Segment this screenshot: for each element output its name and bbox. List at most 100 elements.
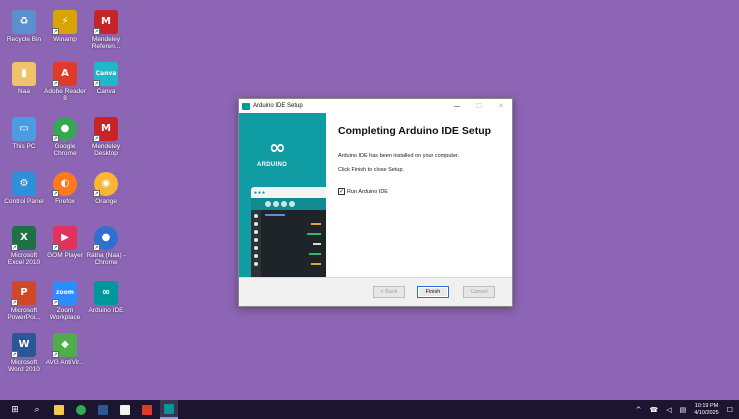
taskbar-item-word[interactable]: [94, 400, 112, 419]
volume-icon[interactable]: ◁: [666, 406, 671, 414]
desktop-icon-label: Mendeley Desktop: [91, 143, 121, 158]
desktop-icon-label: Zoom Workplace: [49, 307, 81, 322]
desktop-icon-mendeley-reference[interactable]: M ↗ Mendeley Referen...: [85, 10, 127, 51]
clock[interactable]: 10:19 PM 4/10/2025: [694, 403, 718, 416]
desktop-icon-canva[interactable]: Canva ↗ Canva: [85, 62, 127, 95]
desktop-icon-label: AVG AntiVir...: [45, 359, 85, 366]
desktop-icon-label: Recycle Bin: [6, 36, 42, 43]
code-line: [309, 253, 321, 255]
desktop-icon-winamp[interactable]: ⚡ ↗ Winamp: [44, 10, 86, 43]
desktop-icon-label: Firefox: [55, 198, 75, 205]
chrome-icon: [76, 404, 86, 415]
taskbar-item-store[interactable]: [116, 400, 134, 419]
start-button[interactable]: ⊞: [6, 400, 24, 419]
mendeley-icon: M ↗: [93, 10, 118, 35]
desktop-icon-arduino-ide[interactable]: ∞ Arduino IDE: [85, 281, 127, 314]
orange-icon: ◉ ↗: [93, 172, 118, 197]
code-line: [311, 223, 321, 225]
desktop-icon-label: Microsoft PowerPoi...: [7, 307, 41, 322]
arduino-app-icon: [242, 102, 250, 110]
window-body: ∞ ARDUINO ●●● Completing Arduino IDE Set…: [239, 113, 512, 279]
desktop-icon-this-pc[interactable]: ▭ This PC: [3, 117, 45, 150]
desktop-icon-label: Ratna (Naa) - Chrome: [86, 252, 126, 267]
search-button[interactable]: ⌕: [28, 400, 46, 419]
desktop-icon-powerpoint[interactable]: P ↗ Microsoft PowerPoi...: [3, 281, 45, 322]
taskbar-item-chrome[interactable]: [72, 400, 90, 419]
avg-icon: ◆ ↗: [52, 333, 77, 358]
excel-icon: X ↗: [11, 226, 36, 251]
arduino-logo-icon: ∞: [269, 135, 286, 159]
minimize-button[interactable]: —: [446, 102, 468, 110]
close-button[interactable]: ✕: [490, 102, 512, 110]
notifications-icon[interactable]: ☐: [727, 406, 733, 414]
page-title: Completing Arduino IDE Setup: [338, 125, 492, 137]
desktop-icon-mendeley-desktop[interactable]: M ↗ Mendeley Desktop: [85, 117, 127, 158]
desktop-icon-adobe-reader[interactable]: A ↗ Adobe Reader 8: [44, 62, 86, 103]
powerpoint-icon: P ↗: [11, 281, 36, 306]
winamp-icon: ⚡ ↗: [52, 10, 77, 35]
finish-instruction: Click Finish to close Setup.: [338, 167, 405, 173]
taskbar-item-adobe-reader[interactable]: [138, 400, 156, 419]
window-title: Arduino IDE Setup: [253, 103, 303, 109]
ide-illustration-topbar: ●●●: [251, 187, 326, 198]
desktop-icon-label: Canva: [96, 88, 116, 95]
desktop-icon-label: Arduino IDE: [88, 307, 124, 314]
desktop-icon-label: This PC: [12, 143, 36, 150]
arduino-icon: [164, 403, 174, 414]
battery-icon[interactable]: ▤: [680, 406, 687, 414]
taskbar-item-arduino-ide[interactable]: [160, 400, 178, 419]
run-arduino-label[interactable]: Run Arduino IDE: [347, 189, 388, 195]
content-panel: Completing Arduino IDE Setup Arduino IDE…: [326, 113, 512, 279]
show-hidden-icons-icon[interactable]: ^: [636, 406, 642, 414]
chrome-icon: ● ↗: [52, 117, 77, 142]
desktop-icon-label: Microsoft Excel 2010: [7, 252, 41, 267]
desktop-icon-label: Winamp: [53, 36, 77, 43]
setup-window: Arduino IDE Setup — ☐ ✕ ∞ ARDUINO ●●● Co…: [238, 98, 513, 307]
desktop-icon-label: Mendeley Referen...: [91, 36, 121, 51]
recycle-bin-icon: ♻: [12, 10, 36, 34]
cancel-button[interactable]: Cancel: [463, 286, 495, 298]
desktop-icon-label: Orange: [95, 198, 117, 205]
ide-illustration-sidebar: [251, 210, 261, 279]
desktop-icon-ratna-chrome[interactable]: ● ↗ Ratna (Naa) - Chrome: [85, 226, 127, 267]
canva-icon: Canva ↗: [93, 62, 118, 87]
word-icon: W ↗: [11, 333, 36, 358]
desktop-icon-orange[interactable]: ◉ ↗ Orange: [85, 172, 127, 205]
desktop-icon-recycle-bin[interactable]: ♻ Recycle Bin: [3, 10, 45, 43]
firefox-icon: ◐ ↗: [52, 172, 77, 197]
computer-icon: ▭: [12, 117, 36, 141]
user-folder-icon: ▮: [12, 62, 36, 86]
desktop-icon-label: Adobe Reader 8: [44, 88, 86, 103]
title-bar[interactable]: Arduino IDE Setup — ☐ ✕: [239, 99, 512, 113]
back-button[interactable]: < Back: [373, 286, 405, 298]
button-bar: < Back Finish Cancel: [239, 277, 512, 306]
desktop-icon-chrome[interactable]: ● ↗ Google Chrome: [44, 117, 86, 158]
desktop-icon-label: Naa: [18, 88, 30, 95]
code-line: [265, 214, 285, 216]
network-icon[interactable]: ☎: [650, 406, 659, 414]
system-tray: ^ ☎ ◁ ▤ 10:19 PM 4/10/2025 ☐: [636, 400, 735, 419]
desktop-icon-excel[interactable]: X ↗ Microsoft Excel 2010: [3, 226, 45, 267]
taskbar-item-file-explorer[interactable]: [50, 400, 68, 419]
desktop-icon-word[interactable]: W ↗ Microsoft Word 2010: [3, 333, 45, 374]
install-message: Arduino IDE has been installed on your c…: [338, 153, 460, 159]
taskbar: ⊞ ⌕ ^ ☎ ◁ ▤ 10:19 PM 4/10/2025 ☐: [0, 400, 739, 419]
desktop-icon-gom-player[interactable]: ▶ ↗ GOM Player: [44, 226, 86, 259]
maximize-button[interactable]: ☐: [468, 102, 490, 110]
clock-time: 10:19 PM: [694, 402, 719, 409]
run-arduino-checkbox[interactable]: ✓: [338, 188, 345, 195]
finish-button[interactable]: Finish: [417, 286, 449, 298]
store-icon: [120, 404, 130, 415]
run-arduino-option[interactable]: ✓ Run Arduino IDE: [338, 188, 512, 195]
desktop-icon-firefox[interactable]: ◐ ↗ Firefox: [44, 172, 86, 205]
code-line: [311, 263, 321, 265]
desktop-icon-naa[interactable]: ▮ Naa: [3, 62, 45, 95]
ide-illustration: ●●●: [251, 187, 326, 279]
desktop-icon-avg[interactable]: ◆ ↗ AVG AntiVir...: [44, 333, 86, 366]
desktop-icon-label: Google Chrome: [53, 143, 77, 158]
chrome-profile-icon: ● ↗: [93, 226, 118, 251]
arduino-icon: ∞: [94, 281, 118, 305]
ide-illustration-toolbar: [251, 198, 326, 210]
desktop-icon-control-panel[interactable]: ⚙ Control Panel: [3, 172, 45, 205]
desktop-icon-zoom[interactable]: zoom ↗ Zoom Workplace: [44, 281, 86, 322]
